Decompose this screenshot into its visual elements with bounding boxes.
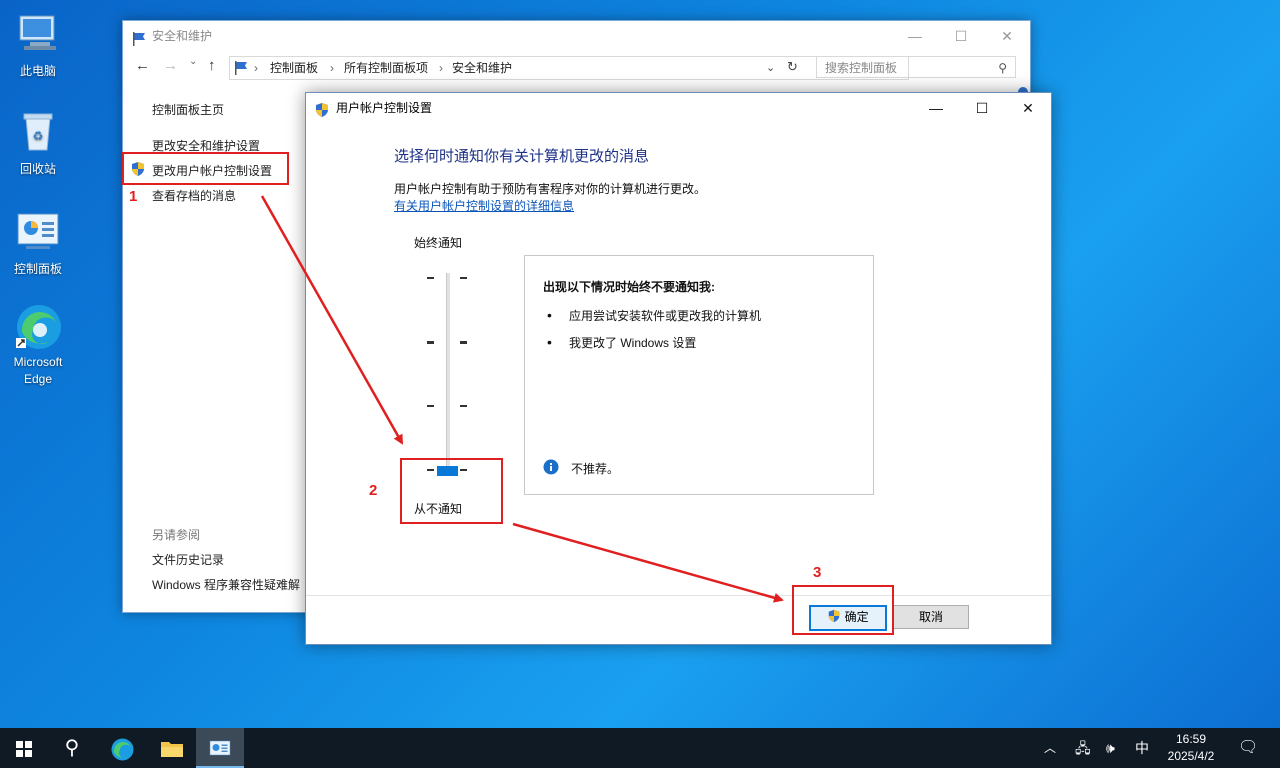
windows-logo-icon bbox=[16, 740, 32, 757]
chevron-up-icon[interactable]: ︿ bbox=[1044, 728, 1056, 768]
clock[interactable]: 16:59 2025/4/2 bbox=[1160, 731, 1222, 765]
annotation-arrows bbox=[260, 195, 784, 603]
ime-indicator[interactable]: 中 bbox=[1135, 728, 1149, 768]
annotation-arrow bbox=[512, 522, 784, 603]
edge-icon[interactable] bbox=[98, 728, 146, 768]
file-explorer-icon[interactable] bbox=[148, 728, 196, 768]
clock-date: 2025/4/2 bbox=[1167, 749, 1215, 763]
annotation-arrow bbox=[260, 195, 404, 445]
volume-icon[interactable]: 🕪 bbox=[1106, 728, 1115, 768]
search-icon[interactable]: ⚲ bbox=[48, 728, 96, 768]
clock-time: 16:59 bbox=[1175, 732, 1207, 746]
start-button[interactable] bbox=[0, 728, 48, 768]
control-panel-taskbar-icon[interactable] bbox=[196, 728, 244, 768]
taskbar: ⚲ ︿ 🖧 🕪 中 16:59 2025/4/2 🗨 bbox=[0, 728, 1280, 768]
notification-icon[interactable]: 🗨 bbox=[1238, 728, 1258, 768]
network-icon[interactable]: 🖧 bbox=[1075, 728, 1091, 768]
